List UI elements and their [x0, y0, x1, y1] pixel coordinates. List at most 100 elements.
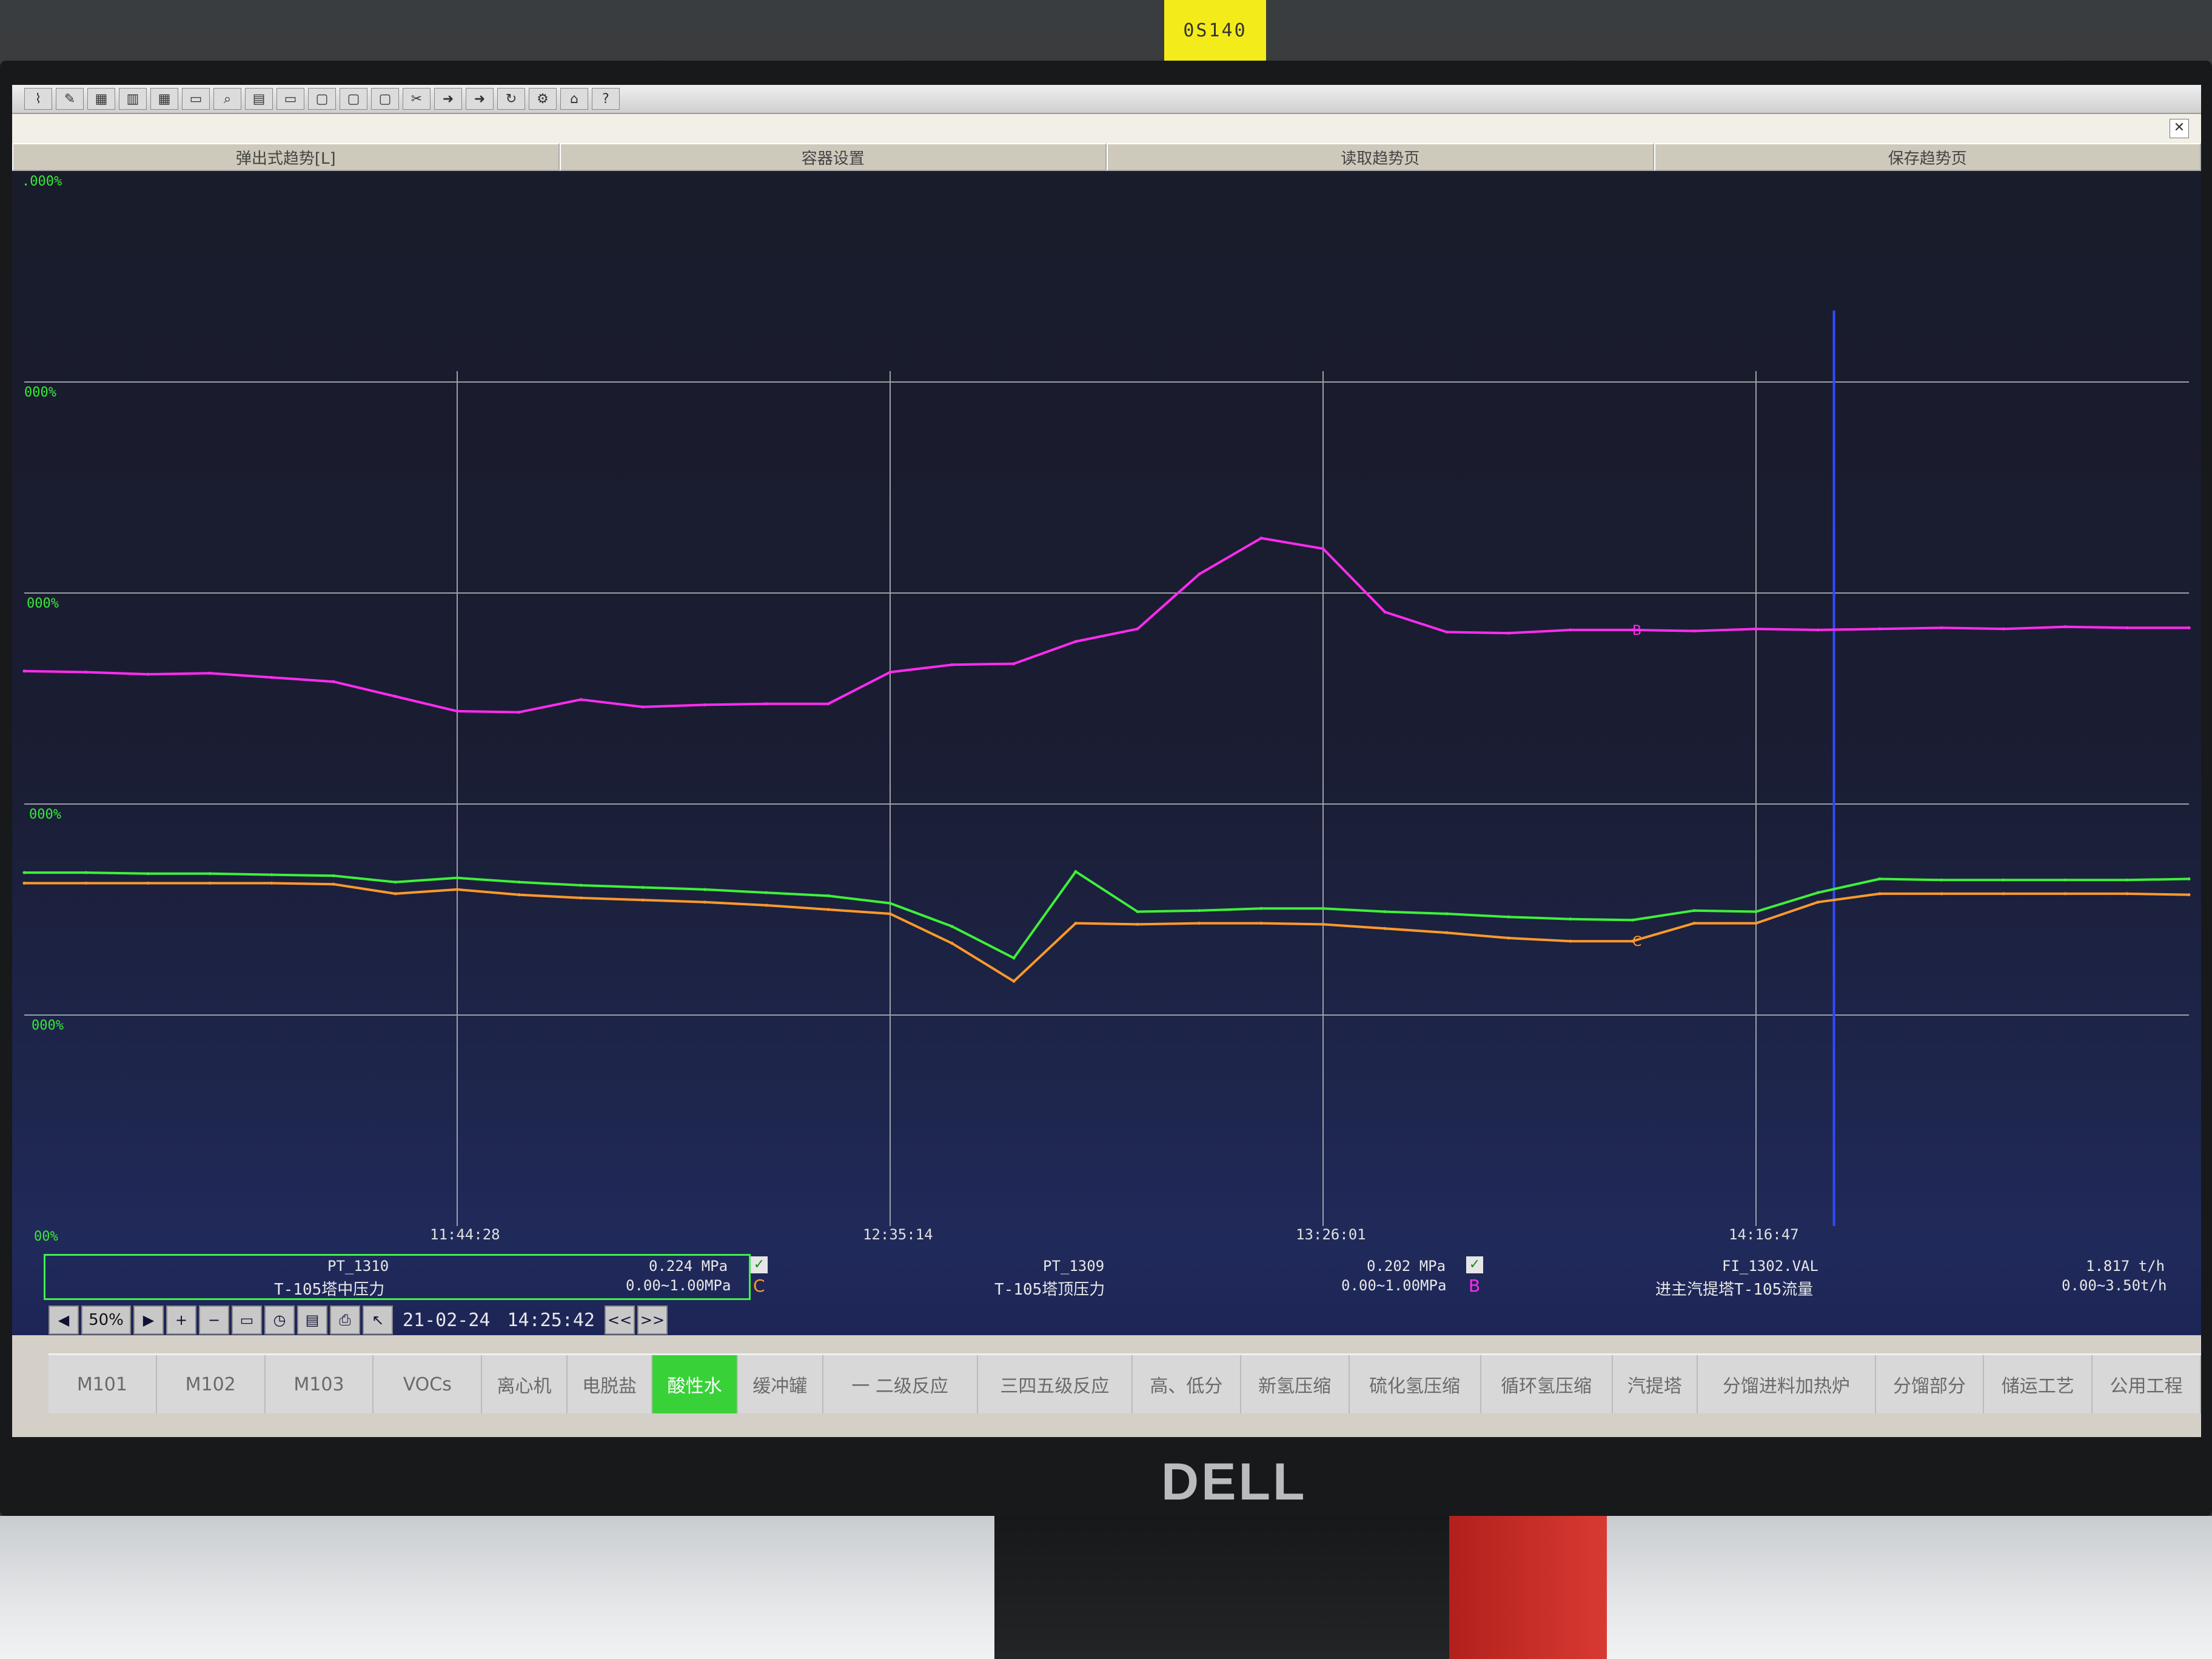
pen-desc: 进主汽提塔T-105流量 [1655, 1281, 1814, 1299]
pen-checkbox-pt1310[interactable]: ✓ [751, 1256, 768, 1273]
folder-icon[interactable]: ▢ [371, 88, 399, 110]
folder-icon[interactable]: ▢ [340, 88, 367, 110]
home-icon[interactable]: ⌂ [560, 88, 588, 110]
y-tick-label: 00% [34, 1229, 58, 1244]
clock-icon[interactable]: ◷ [264, 1305, 295, 1335]
trend-plot[interactable]: .000% 000% 000% 000% 000% 00% 11:44:28 12:35:14… [12, 171, 2201, 1250]
arrow-icon[interactable]: ➜ [434, 88, 462, 110]
monitor-icon[interactable]: ▭ [276, 88, 304, 110]
data-point [394, 695, 397, 699]
pen-icon[interactable]: ✎ [56, 88, 84, 110]
cut-icon[interactable]: ✂ [403, 88, 431, 110]
data-point [2063, 625, 2067, 629]
refresh-icon[interactable]: ↻ [497, 88, 525, 110]
data-point [765, 702, 768, 706]
scroll-forward-icon[interactable]: ▶ [133, 1305, 164, 1335]
data-point [579, 698, 583, 702]
page-icon[interactable]: ▭ [232, 1305, 262, 1335]
trend-icon[interactable]: ⌇ [24, 88, 52, 110]
trend-line-1 [24, 870, 2190, 959]
arrow-icon[interactable]: ➜ [466, 88, 494, 110]
nav-tab-12[interactable]: 硫化氢压缩 [1350, 1355, 1481, 1413]
scroll-back-icon[interactable]: ◀ [49, 1305, 79, 1335]
x-tick-label: 13:26:01 [1296, 1226, 1366, 1243]
data-point [2063, 878, 2067, 882]
tab-popup-trend[interactable]: 弹出式趋势[L] [12, 143, 560, 171]
zoom-icon[interactable]: ⌕ [213, 88, 241, 110]
nav-tab-4[interactable]: 离心机 [482, 1355, 568, 1413]
nav-tab-16[interactable]: 分馏部分 [1876, 1355, 1985, 1413]
y-tick-label: 000% [29, 807, 61, 822]
data-point [1321, 547, 1325, 551]
data-point [84, 871, 88, 874]
next-page-icon[interactable]: >> [637, 1305, 668, 1335]
chart-icon[interactable]: ▤ [245, 88, 273, 110]
y-tick-label: 000% [27, 596, 59, 611]
prev-page-icon[interactable]: << [605, 1305, 635, 1335]
data-point [641, 705, 645, 709]
data-point [1259, 907, 1263, 910]
trend-line-0 [24, 537, 2189, 714]
data-point [703, 900, 706, 904]
nav-tab-14[interactable]: 汽提塔 [1613, 1355, 1698, 1413]
data-point [455, 709, 459, 713]
data-point [1074, 640, 1078, 643]
data-point [826, 908, 830, 911]
bars-icon[interactable]: ▥ [119, 88, 147, 110]
zoom-out-icon[interactable]: − [199, 1305, 229, 1335]
data-point [1198, 909, 1201, 913]
data-point [1507, 915, 1510, 919]
nav-tab-3[interactable]: VOCs [374, 1355, 483, 1413]
brand-logo: DELL [1161, 1453, 1307, 1511]
data-point [1692, 629, 1696, 633]
pen-value: 0.224 MPa [649, 1258, 728, 1275]
print-icon[interactable]: ⎙ [330, 1305, 360, 1335]
pen-range: 0.00~3.50t/h [2062, 1277, 2167, 1294]
data-point [1878, 877, 1882, 881]
data-point [1816, 628, 1820, 632]
data-point [22, 882, 26, 885]
nav-tab-7[interactable]: 缓冲罐 [738, 1355, 823, 1413]
grid-icon[interactable]: ▦ [150, 88, 178, 110]
nav-tab-8[interactable]: 一 二级反应 [823, 1355, 978, 1413]
nav-tab-0[interactable]: M101 [49, 1355, 157, 1413]
data-point [888, 671, 892, 674]
help-icon[interactable]: ? [592, 88, 620, 110]
data-point [2125, 878, 2129, 882]
pen-checkbox-pt1309[interactable]: ✓ [1466, 1256, 1483, 1273]
nav-tab-15[interactable]: 分馏进料加热炉 [1698, 1355, 1876, 1413]
data-point [950, 942, 954, 945]
nav-tab-17[interactable]: 储运工艺 [1984, 1355, 2093, 1413]
nav-tab-10[interactable]: 高、低分 [1133, 1355, 1241, 1413]
select-cursor-icon[interactable]: ↖ [363, 1305, 393, 1335]
data-point [2063, 892, 2067, 896]
data-point [703, 703, 706, 706]
nav-tab-18[interactable]: 公用工程 [2093, 1355, 2201, 1413]
tab-container-settings[interactable]: 容器设置 [559, 143, 1107, 171]
monitor-icon[interactable]: ▭ [182, 88, 210, 110]
nav-tab-9[interactable]: 三四五级反应 [978, 1355, 1133, 1413]
nav-tab-11[interactable]: 新氢压缩 [1241, 1355, 1350, 1413]
nav-tab-5[interactable]: 电脱盐 [568, 1355, 653, 1413]
nav-tab-2[interactable]: M103 [266, 1355, 374, 1413]
window-titlebar: ✕ [12, 114, 2201, 143]
zoom-in-icon[interactable]: + [166, 1305, 196, 1335]
tab-save-trend[interactable]: 保存趋势页 [1654, 143, 2201, 171]
data-point [1692, 909, 1696, 913]
print-page-icon[interactable]: ▤ [297, 1305, 327, 1335]
data-point [1445, 912, 1449, 916]
folder-icon[interactable]: ▢ [308, 88, 336, 110]
data-point [270, 675, 273, 679]
settings-icon[interactable]: ⚙ [529, 88, 557, 110]
nav-tab-13[interactable]: 循环氢压缩 [1481, 1355, 1613, 1413]
grid-icon[interactable]: ▦ [87, 88, 115, 110]
pen-value: 1.817 t/h [2086, 1258, 2165, 1275]
data-point [394, 892, 397, 896]
zoom-level[interactable]: 50% [81, 1305, 131, 1335]
data-point [517, 893, 521, 897]
tab-read-trend[interactable]: 读取趋势页 [1107, 143, 1654, 171]
nav-tab-6[interactable]: 酸性水 [652, 1355, 738, 1413]
nav-time: 14:25:42 [507, 1309, 595, 1331]
nav-tab-1[interactable]: M102 [157, 1355, 266, 1413]
close-icon[interactable]: ✕ [2170, 119, 2189, 138]
